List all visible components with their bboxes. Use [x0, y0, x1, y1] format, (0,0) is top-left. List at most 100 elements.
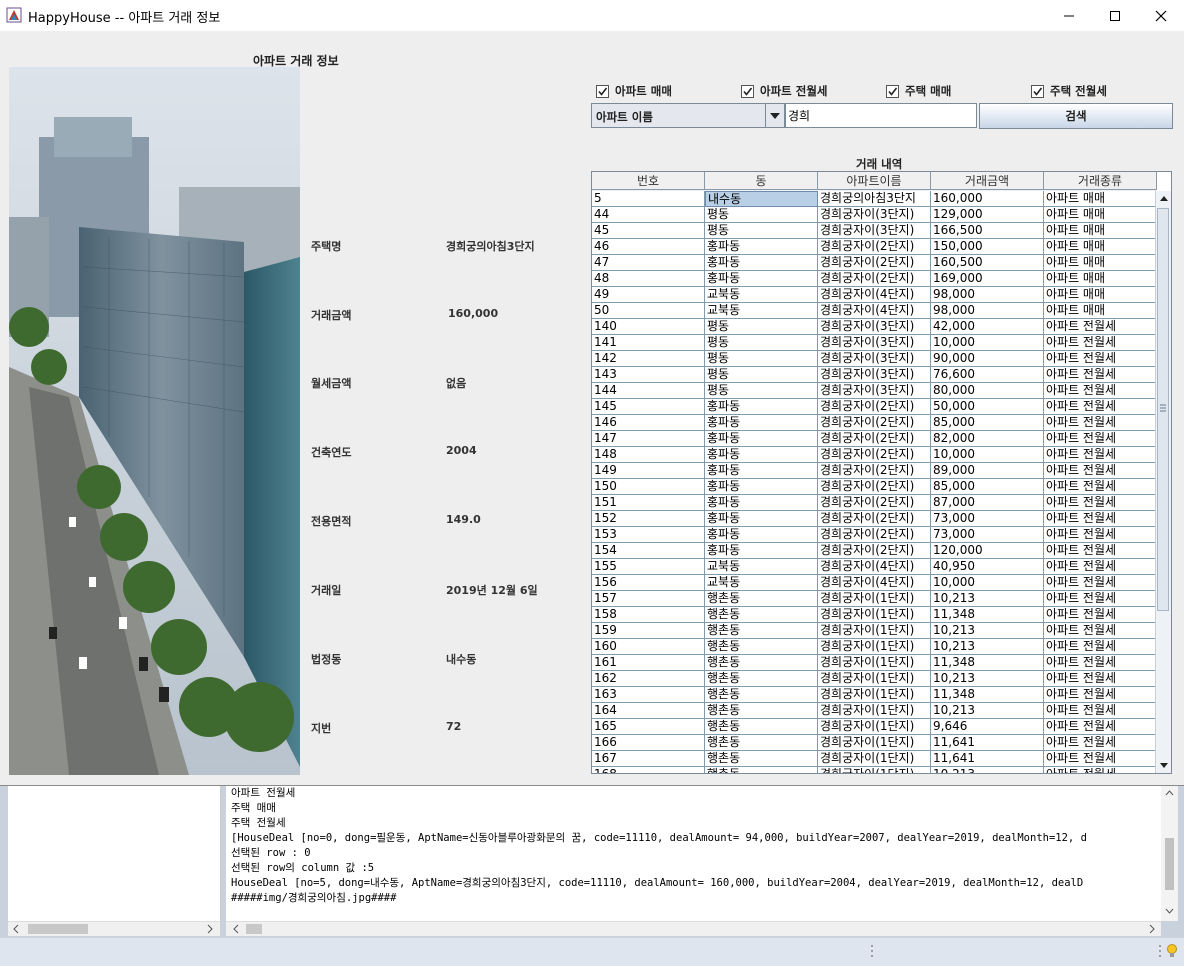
cell-dong[interactable]: 홍파동: [705, 431, 818, 447]
cell-dong[interactable]: 행촌동: [705, 591, 818, 607]
table-row[interactable]: 5 내수동 경희궁의아침3단지 160,000 아파트 매매: [592, 191, 1157, 207]
cell-dong[interactable]: 교북동: [705, 287, 818, 303]
cell-apt-name[interactable]: 경희궁자이(1단지): [818, 591, 931, 607]
cell-amount[interactable]: 10,213: [931, 591, 1044, 607]
table-row[interactable]: 164 행촌동 경희궁자이(1단지) 10,213 아파트 전월세: [592, 703, 1157, 719]
cell-dong[interactable]: 교북동: [705, 303, 818, 319]
cell-dong[interactable]: 홍파동: [705, 463, 818, 479]
table-row[interactable]: 150 홍파동 경희궁자이(2단지) 85,000 아파트 전월세: [592, 479, 1157, 495]
cell-dong[interactable]: 행촌동: [705, 655, 818, 671]
table-row[interactable]: 166 행촌동 경희궁자이(1단지) 11,641 아파트 전월세: [592, 735, 1157, 751]
console-vertical-scrollbar[interactable]: [1161, 786, 1178, 921]
cell-type[interactable]: 아파트 전월세: [1044, 527, 1157, 543]
column-header-dong[interactable]: 동: [705, 172, 818, 190]
cell-type[interactable]: 아파트 매매: [1044, 271, 1157, 287]
cell-apt-name[interactable]: 경희궁자이(2단지): [818, 463, 931, 479]
cell-no[interactable]: 154: [592, 543, 705, 559]
cell-amount[interactable]: 10,000: [931, 575, 1044, 591]
table-row[interactable]: 160 행촌동 경희궁자이(1단지) 10,213 아파트 전월세: [592, 639, 1157, 655]
cell-dong[interactable]: 홍파동: [705, 239, 818, 255]
cell-dong[interactable]: 행촌동: [705, 767, 818, 773]
cell-dong[interactable]: 행촌동: [705, 719, 818, 735]
cell-apt-name[interactable]: 경희궁자이(2단지): [818, 495, 931, 511]
cell-type[interactable]: 아파트 전월세: [1044, 479, 1157, 495]
cell-no[interactable]: 50: [592, 303, 705, 319]
cell-amount[interactable]: 73,000: [931, 527, 1044, 543]
table-vertical-scrollbar[interactable]: [1155, 191, 1171, 773]
table-row[interactable]: 149 홍파동 경희궁자이(2단지) 89,000 아파트 전월세: [592, 463, 1157, 479]
cell-dong[interactable]: 홍파동: [705, 527, 818, 543]
cell-amount[interactable]: 11,641: [931, 751, 1044, 767]
table-row[interactable]: 156 교북동 경희궁자이(4단지) 10,000 아파트 전월세: [592, 575, 1157, 591]
table-row[interactable]: 49 교북동 경희궁자이(4단지) 98,000 아파트 매매: [592, 287, 1157, 303]
cell-type[interactable]: 아파트 전월세: [1044, 447, 1157, 463]
cell-apt-name[interactable]: 경희궁자이(1단지): [818, 639, 931, 655]
cell-type[interactable]: 아파트 전월세: [1044, 543, 1157, 559]
cell-no[interactable]: 148: [592, 447, 705, 463]
cell-dong[interactable]: 평동: [705, 351, 818, 367]
cell-dong[interactable]: 홍파동: [705, 479, 818, 495]
cell-type[interactable]: 아파트 전월세: [1044, 639, 1157, 655]
table-row[interactable]: 155 교북동 경희궁자이(4단지) 40,950 아파트 전월세: [592, 559, 1157, 575]
cell-apt-name[interactable]: 경희궁자이(1단지): [818, 735, 931, 751]
cell-type[interactable]: 아파트 전월세: [1044, 623, 1157, 639]
cell-type[interactable]: 아파트 매매: [1044, 191, 1157, 207]
cell-type[interactable]: 아파트 전월세: [1044, 719, 1157, 735]
cell-amount[interactable]: 87,000: [931, 495, 1044, 511]
cell-type[interactable]: 아파트 전월세: [1044, 687, 1157, 703]
checkbox-house-rent[interactable]: 주택 전월세: [1031, 83, 1107, 99]
cell-apt-name[interactable]: 경희궁자이(3단지): [818, 223, 931, 239]
column-header-apt-name[interactable]: 아파트이름: [818, 172, 931, 190]
cell-apt-name[interactable]: 경희궁자이(2단지): [818, 239, 931, 255]
cell-type[interactable]: 아파트 전월세: [1044, 655, 1157, 671]
cell-no[interactable]: 164: [592, 703, 705, 719]
table-row[interactable]: 47 홍파동 경희궁자이(2단지) 160,500 아파트 매매: [592, 255, 1157, 271]
cell-no[interactable]: 158: [592, 607, 705, 623]
cell-apt-name[interactable]: 경희궁자이(2단지): [818, 447, 931, 463]
cell-apt-name[interactable]: 경희궁자이(2단지): [818, 255, 931, 271]
cell-amount[interactable]: 10,000: [931, 335, 1044, 351]
cell-no[interactable]: 46: [592, 239, 705, 255]
cell-amount[interactable]: 169,000: [931, 271, 1044, 287]
table-row[interactable]: 153 홍파동 경희궁자이(2단지) 73,000 아파트 전월세: [592, 527, 1157, 543]
cell-amount[interactable]: 90,000: [931, 351, 1044, 367]
cell-apt-name[interactable]: 경희궁자이(1단지): [818, 703, 931, 719]
cell-dong[interactable]: 행촌동: [705, 687, 818, 703]
explorer-horizontal-scrollbar[interactable]: [8, 921, 220, 936]
cell-dong[interactable]: 홍파동: [705, 271, 818, 287]
cell-no[interactable]: 153: [592, 527, 705, 543]
cell-apt-name[interactable]: 경희궁자이(1단지): [818, 751, 931, 767]
table-row[interactable]: 140 평동 경희궁자이(3단지) 42,000 아파트 전월세: [592, 319, 1157, 335]
cell-amount[interactable]: 160,500: [931, 255, 1044, 271]
cell-amount[interactable]: 9,646: [931, 719, 1044, 735]
cell-type[interactable]: 아파트 매매: [1044, 207, 1157, 223]
cell-dong[interactable]: 홍파동: [705, 511, 818, 527]
cell-apt-name[interactable]: 경희궁자이(2단지): [818, 527, 931, 543]
cell-type[interactable]: 아파트 전월세: [1044, 319, 1157, 335]
cell-apt-name[interactable]: 경희궁자이(3단지): [818, 383, 931, 399]
cell-amount[interactable]: 76,600: [931, 367, 1044, 383]
lightbulb-icon[interactable]: [1166, 943, 1178, 959]
cell-no[interactable]: 159: [592, 623, 705, 639]
cell-dong[interactable]: 홍파동: [705, 495, 818, 511]
cell-type[interactable]: 아파트 전월세: [1044, 751, 1157, 767]
maximize-button[interactable]: [1092, 0, 1138, 31]
cell-amount[interactable]: 98,000: [931, 287, 1044, 303]
cell-amount[interactable]: 166,500: [931, 223, 1044, 239]
cell-no[interactable]: 47: [592, 255, 705, 271]
cell-no[interactable]: 155: [592, 559, 705, 575]
cell-apt-name[interactable]: 경희궁자이(4단지): [818, 303, 931, 319]
checkbox-house-sale[interactable]: 주택 매매: [886, 83, 951, 99]
table-row[interactable]: 144 평동 경희궁자이(3단지) 80,000 아파트 전월세: [592, 383, 1157, 399]
cell-amount[interactable]: 120,000: [931, 543, 1044, 559]
cell-amount[interactable]: 10,213: [931, 623, 1044, 639]
cell-type[interactable]: 아파트 전월세: [1044, 767, 1157, 773]
cell-amount[interactable]: 85,000: [931, 479, 1044, 495]
search-button[interactable]: 검색: [979, 103, 1173, 129]
cell-dong[interactable]: 홍파동: [705, 447, 818, 463]
cell-no[interactable]: 149: [592, 463, 705, 479]
cell-apt-name[interactable]: 경희궁자이(1단지): [818, 671, 931, 687]
cell-no[interactable]: 161: [592, 655, 705, 671]
cell-no[interactable]: 145: [592, 399, 705, 415]
scrollbar-thumb[interactable]: [28, 924, 88, 934]
